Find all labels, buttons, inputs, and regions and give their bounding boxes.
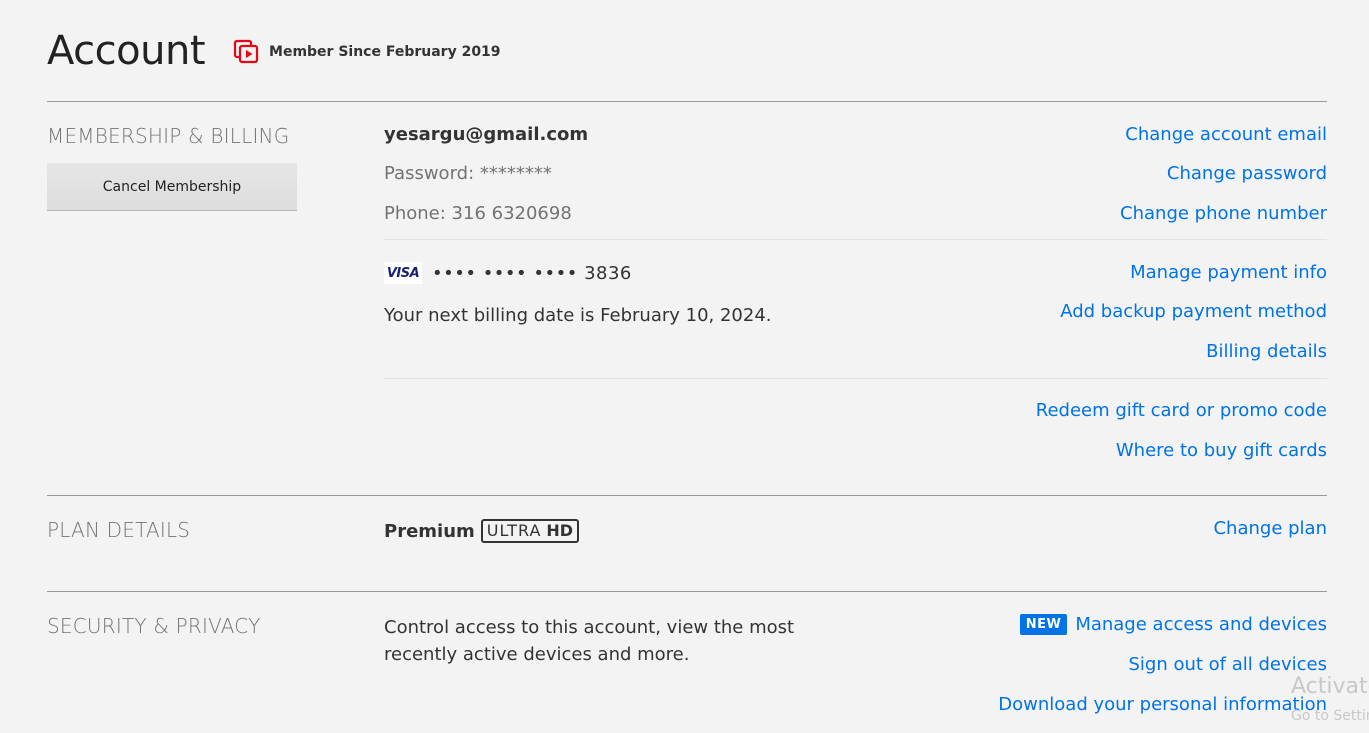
member-since-icon: [233, 39, 261, 65]
next-billing-date: Your next billing date is February 10, 2…: [384, 305, 772, 326]
section-title-security: SECURITY & PRIVACY: [47, 614, 261, 638]
ultra-hd-badge: ULTRA HD: [480, 519, 580, 543]
subdivider: [384, 378, 1327, 379]
visa-icon: VISA: [384, 262, 422, 284]
security-description: Control access to this account, view the…: [384, 617, 795, 665]
cancel-membership-button[interactable]: Cancel Membership: [47, 163, 297, 210]
account-password: Password: ********: [384, 163, 552, 184]
plan-name: Premium: [384, 520, 475, 542]
member-since-text: Member Since February 2019: [269, 44, 501, 60]
change-plan-link[interactable]: Change plan: [1213, 518, 1327, 539]
payment-card: VISA •••• •••• •••• 3836: [384, 262, 632, 284]
activation-watermark-sub: Go to Settings to activate Windows.: [1291, 708, 1369, 724]
redeem-gift-card-link[interactable]: Redeem gift card or promo code: [1036, 400, 1327, 421]
change-phone-link[interactable]: Change phone number: [1120, 203, 1327, 224]
ultra-hd-badge-text: ULTRA: [486, 521, 542, 540]
manage-access-row: NEW Manage access and devices: [1019, 614, 1327, 635]
member-since: Member Since February 2019: [233, 39, 501, 65]
section-title-plan: PLAN DETAILS: [47, 518, 191, 542]
where-to-buy-gift-cards-link[interactable]: Where to buy gift cards: [1116, 440, 1327, 461]
divider: [47, 495, 1327, 496]
plan-info: Premium ULTRA HD: [384, 519, 580, 543]
download-personal-info-link[interactable]: Download your personal information: [998, 694, 1327, 715]
change-password-link[interactable]: Change password: [1167, 163, 1327, 184]
account-page: Account Member Since February 2019 MEMBE…: [0, 0, 1369, 733]
account-phone: Phone: 316 6320698: [384, 203, 572, 224]
change-email-link[interactable]: Change account email: [1125, 124, 1327, 145]
billing-details-link[interactable]: Billing details: [1206, 341, 1327, 362]
divider: [47, 101, 1327, 102]
page-title: Account: [47, 28, 206, 74]
subdivider: [384, 239, 1327, 240]
activation-watermark: Activate Windows: [1291, 674, 1369, 699]
sign-out-all-devices-link[interactable]: Sign out of all devices: [1128, 654, 1327, 675]
card-number: •••• •••• •••• 3836: [432, 262, 632, 284]
account-email: yesargu@gmail.com: [384, 124, 589, 145]
ultra-hd-badge-hd: HD: [546, 521, 574, 540]
new-badge: NEW: [1019, 614, 1068, 635]
add-backup-payment-link[interactable]: Add backup payment method: [1060, 301, 1327, 322]
manage-access-link[interactable]: Manage access and devices: [1075, 614, 1327, 635]
divider: [47, 591, 1327, 592]
manage-payment-link[interactable]: Manage payment info: [1130, 262, 1327, 283]
page-header: Account Member Since February 2019: [47, 26, 501, 76]
section-title-membership: MEMBERSHIP & BILLING: [47, 124, 290, 148]
